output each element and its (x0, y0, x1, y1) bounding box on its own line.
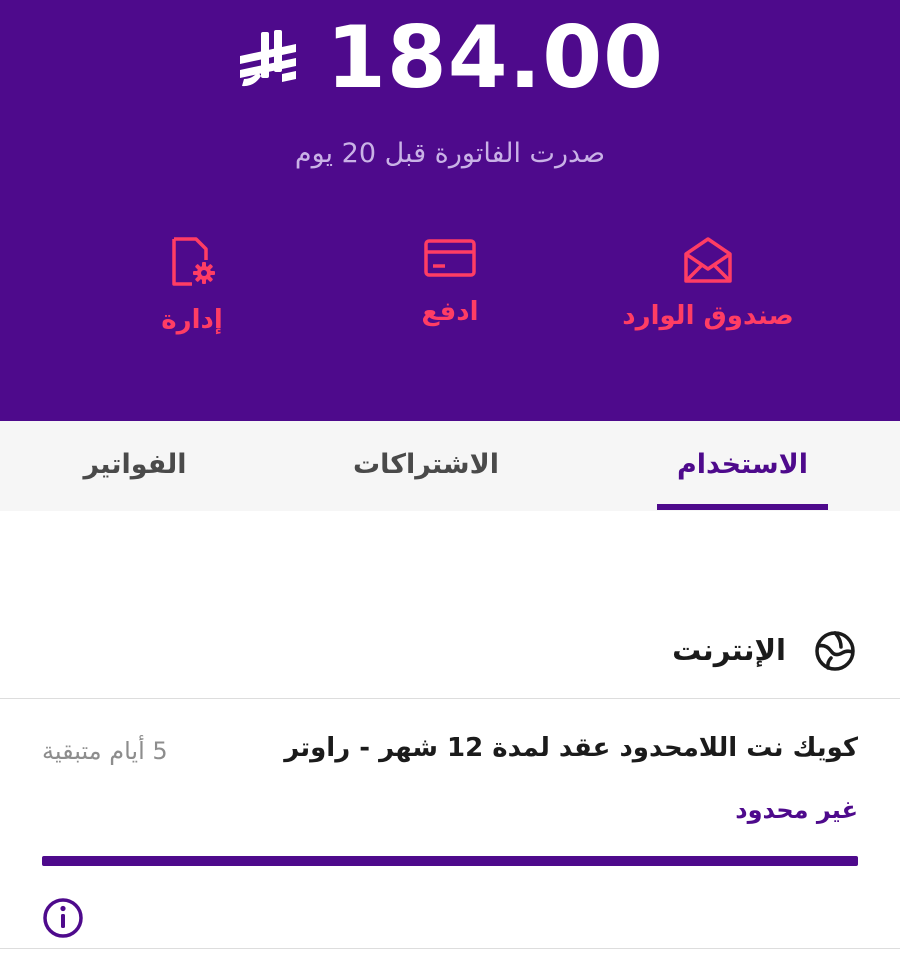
plan-name: كويك نت اللامحدود عقد لمدة 12 شهر - راوت… (284, 733, 858, 763)
balance-amount: 184.00 (326, 8, 664, 108)
pay-button[interactable]: ادفع (320, 236, 580, 332)
envelope-icon (684, 237, 732, 283)
inbox-button[interactable]: صندوق الوارد (578, 236, 838, 336)
account-summary-header: 184.00 صدرت الفاتورة قبل 20 يوم صندوق ال… (0, 0, 900, 421)
tab-bar: الاستخدام الاشتراكات الفواتير (0, 421, 900, 511)
manage-button[interactable]: إدارة (62, 236, 322, 340)
data-allowance: غير محدود (735, 796, 858, 824)
document-gear-icon (172, 237, 215, 286)
saudi-riyal-icon (240, 30, 297, 87)
usage-progress-bar (42, 856, 858, 866)
invoice-issued-text: صدرت الفاتورة قبل 20 يوم (294, 138, 606, 169)
inbox-label: صندوق الوارد (622, 301, 794, 331)
balance-row: 184.00 (0, 8, 900, 108)
days-remaining: 5 أيام متبقية (42, 737, 168, 765)
globe-icon (815, 631, 855, 671)
tab-subscriptions[interactable]: الاشتراكات (316, 445, 536, 485)
usage-progress-fill (42, 856, 858, 866)
tab-bills[interactable]: الفواتير (60, 445, 210, 485)
pay-label: ادفع (421, 297, 479, 327)
info-icon[interactable] (42, 897, 84, 939)
section-divider (0, 948, 900, 949)
internet-section-title: الإنترنت (672, 633, 786, 667)
active-tab-indicator (657, 504, 828, 510)
credit-card-icon (424, 239, 476, 277)
tab-usage[interactable]: الاستخدام (640, 445, 845, 485)
manage-label: إدارة (161, 305, 223, 335)
internet-section-header: الإنترنت (0, 600, 900, 699)
